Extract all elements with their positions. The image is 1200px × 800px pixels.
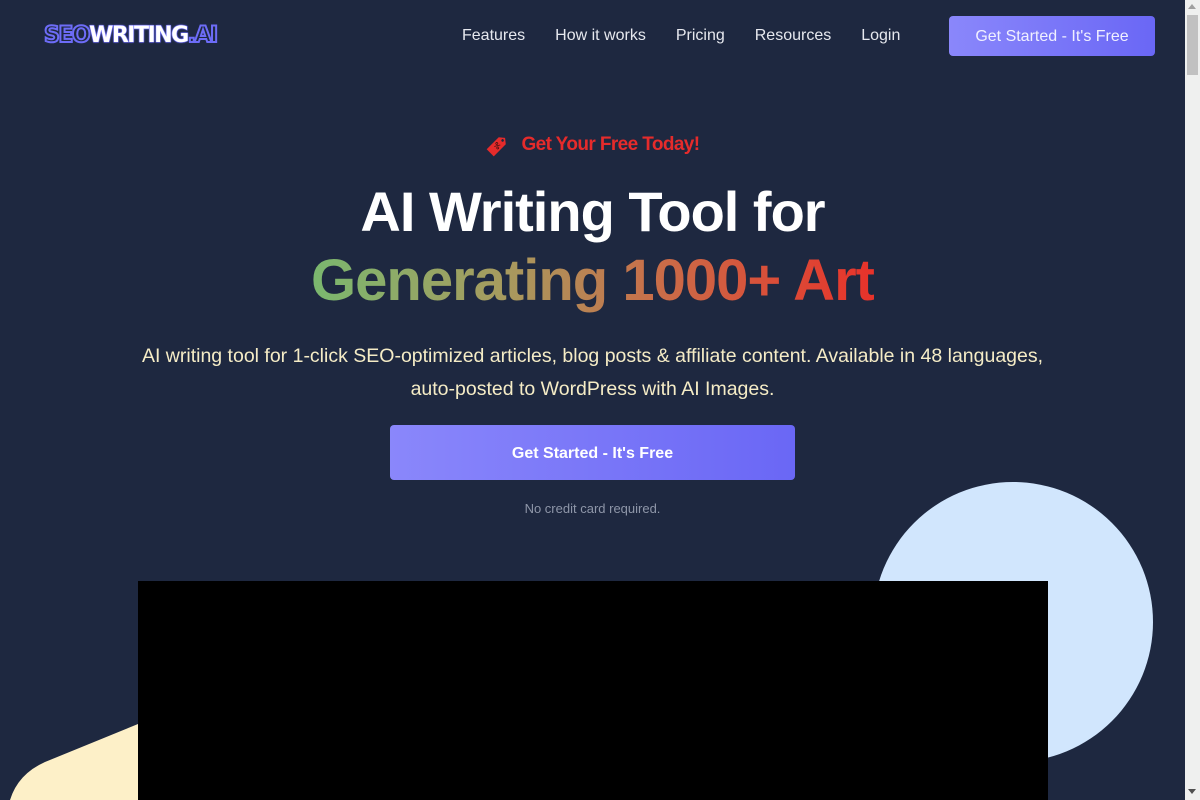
logo[interactable]: SEOWRITING.AI (43, 22, 220, 50)
nav-link-resources[interactable]: Resources (755, 24, 831, 48)
logo-seo: SEO (43, 22, 92, 49)
demo-video[interactable] (138, 581, 1048, 800)
logo-writing: WRITING (89, 23, 190, 49)
landing-page: SEOWRITING.AI Features How it works Pric… (0, 0, 1185, 800)
price-tag-icon: % (487, 137, 507, 157)
top-navigation: SEOWRITING.AI Features How it works Pric… (0, 0, 1185, 72)
scroll-down-arrow-icon[interactable] (1188, 789, 1196, 794)
promo-badge: % Get Your Free Today! (0, 132, 1185, 158)
nav-link-features[interactable]: Features (462, 24, 525, 48)
nav-link-how-it-works[interactable]: How it works (555, 24, 646, 48)
page-scrollbar[interactable] (1185, 0, 1200, 800)
hero-get-started-button[interactable]: Get Started - It's Free (390, 425, 795, 480)
nav-link-login[interactable]: Login (861, 24, 900, 48)
hero-title-line-1: AI Writing Tool for (360, 180, 825, 243)
hero-title-line-2: Generating 1000+ Art (0, 248, 1185, 314)
hero-title-gradient-text: Generating 1000+ Art (311, 248, 875, 313)
nav-links: Features How it works Pricing Resources … (462, 24, 930, 48)
nav-get-started-button[interactable]: Get Started - It's Free (949, 16, 1155, 56)
scroll-up-arrow-icon[interactable] (1188, 4, 1196, 9)
logo-ai: .AI (187, 22, 220, 49)
nav-link-pricing[interactable]: Pricing (676, 24, 725, 48)
hero-subtitle: AI writing tool for 1-click SEO-optimize… (141, 345, 1044, 400)
promo-badge-text: Get Your Free Today! (521, 134, 700, 155)
scroll-thumb[interactable] (1187, 15, 1198, 75)
